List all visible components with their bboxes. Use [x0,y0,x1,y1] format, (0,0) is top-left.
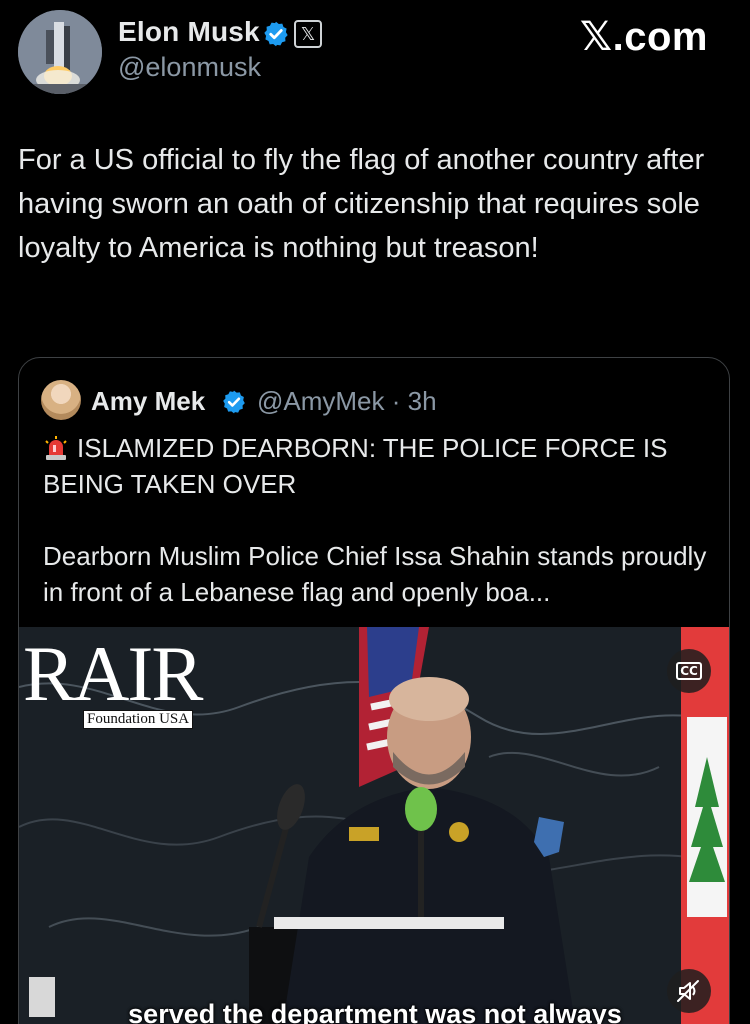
tweet-screenshot: Elon Musk 𝕏 @elonmusk 𝕏.com For a US off… [0,0,750,1024]
quoted-headline-text: ISLAMIZED DEARBORN: THE POLICE FORCE IS … [43,433,668,499]
quoted-tweet-text: ISLAMIZED DEARBORN: THE POLICE FORCE IS … [43,430,723,610]
author-avatar[interactable] [18,10,102,94]
quoted-headline: ISLAMIZED DEARBORN: THE POLICE FORCE IS … [43,430,723,502]
quoted-body-text: Dearborn Muslim Police Chief Issa Shahin… [43,541,707,607]
quoted-author-name[interactable]: Amy Mek [91,386,205,417]
quoted-author-handle-time[interactable]: @AmyMek · 3h [257,386,437,417]
rair-logo-text: RAIR [23,630,203,717]
quoted-tweet-card[interactable]: Amy Mek @AmyMek · 3h ISLAMIZED DEARBORN:… [18,357,730,1024]
video-subtitle: served the department was not always [128,999,622,1024]
verified-badge-icon [264,21,288,47]
tweet-text: For a US official to fly the flag of ano… [18,144,705,264]
police-siren-icon [45,436,67,460]
quoted-author-avatar[interactable] [41,380,81,420]
x-affiliation-icon: 𝕏 [294,20,322,48]
video-player[interactable]: RAIR Foundation USA CC served the depart… [19,627,729,1024]
author-name[interactable]: Elon Musk [118,16,260,48]
closed-captions-button[interactable]: CC [667,649,711,693]
xcom-logo: 𝕏.com [579,15,708,59]
verified-badge-icon [223,390,245,414]
rair-logo-subtext: Foundation USA [83,710,194,729]
rair-foundation-logo: RAIR Foundation USA [23,630,203,729]
cc-icon: CC [676,662,702,680]
author-handle[interactable]: @elonmusk [118,52,261,83]
